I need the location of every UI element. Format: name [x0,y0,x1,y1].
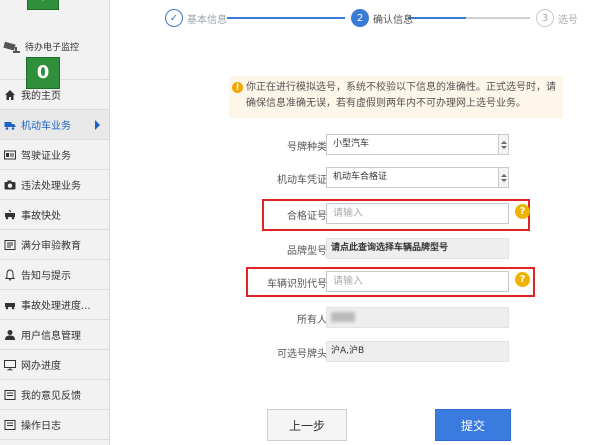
sidebar-item-label: 网办进度 [21,361,61,372]
plate-type-row: 号牌种类 小型汽车 [229,134,589,156]
top-count-badge[interactable]: 0 [27,0,59,10]
id-card-icon [4,149,16,161]
sidebar-item-user-info[interactable]: 用户信息管理 [0,320,109,350]
sidebar-item-label: 违法处理业务 [21,181,81,192]
step-label: 基本信息 [187,14,227,26]
feedback-icon [4,389,16,401]
chevron-updown-icon [498,135,508,154]
vin-input[interactable] [326,271,509,292]
bell-icon [4,268,16,281]
plate-prefix-field: 沪A,沪B [326,341,509,362]
monitor-icon [4,359,16,371]
sidebar-item-feedback[interactable]: 我的意见反馈 [0,380,109,410]
chevron-updown-icon [498,168,508,187]
sidebar: 0 待办电子监控 0 我的主页 机动车业务 驾驶证业务 违法处理业务 事故快处 [0,0,110,445]
brand-model-lookup[interactable]: 请点此查询选择车辆品牌型号 [326,238,509,259]
monitor-label: 待办电子监控 [25,43,80,53]
submit-button[interactable]: 提交 [435,409,511,441]
cert-no-label: 合格证号 [287,211,327,222]
step-confirm-info: 2 确认信息 [351,9,413,27]
sidebar-item-license[interactable]: 驾驶证业务 [0,140,109,170]
plate-type-select[interactable]: 小型汽车 [326,134,509,155]
vehicle-doc-label: 机动车凭证 [277,175,327,186]
redacted-value [331,312,355,322]
prev-step-button[interactable]: 上一步 [267,409,347,441]
brand-model-label: 品牌型号 [287,246,327,257]
owner-row: 所有人 [229,307,589,329]
sidebar-item-label: 告知与提示 [21,271,71,282]
step-connector [227,17,345,19]
help-icon[interactable]: ? [515,204,530,219]
sidebar-item-notice[interactable]: 告知与提示 [0,260,109,290]
accident-icon [4,209,16,221]
sidebar-item-accident-progress[interactable]: 事故处理进度... [0,290,109,320]
sidebar-item-label: 事故处理进度... [21,301,91,312]
home-icon [4,89,16,101]
step-select-number: 3 选号 [536,9,578,27]
vin-label: 车辆识别代号 [267,279,327,290]
cert-no-input[interactable] [326,203,509,224]
step-label: 选号 [558,14,578,26]
sidebar-item-label: 我的意见反馈 [21,391,81,402]
camera-icon [4,179,16,191]
chevron-right-icon [95,120,100,130]
truck-icon [4,119,16,131]
plate-type-value: 小型汽车 [333,139,370,149]
warning-banner: ! 你正在进行模拟选号，系统不校验以下信息的准确性。正式选号时，请确保信息准确无… [229,76,563,118]
step-basic-info: ✓ 基本信息 [165,9,227,27]
step-label: 确认信息 [373,14,413,26]
sidebar-item-label: 我的主页 [21,91,61,102]
camera-icon [3,41,20,53]
monitor-widget: 待办电子监控 0 [0,15,109,89]
step-number: 3 [536,9,554,27]
cert-no-row: 合格证号 ? [229,203,589,225]
step-connector [408,17,466,19]
sidebar-item-label: 满分审验教育 [21,241,81,252]
owner-field [326,307,509,328]
sidebar-item-violation[interactable]: 违法处理业务 [0,170,109,200]
plate-type-label: 号牌种类 [287,142,327,153]
sidebar-item-label: 操作日志 [21,421,61,432]
warning-icon: ! [232,82,243,93]
progress-icon [4,299,16,311]
sidebar-nav: 我的主页 机动车业务 驾驶证业务 违法处理业务 事故快处 满分审验教育 告知与提… [0,80,109,440]
vehicle-doc-value: 机动车合格证 [333,172,388,182]
progress-steps: ✓ 基本信息 2 确认信息 3 选号 [165,6,600,32]
step-number: 2 [351,9,369,27]
top-counter: 0 [0,0,109,15]
step-connector [466,17,530,19]
vehicle-doc-select[interactable]: 机动车合格证 [326,167,509,188]
sidebar-item-vehicle[interactable]: 机动车业务 [0,110,109,140]
vin-row: 车辆识别代号 ? [229,271,589,293]
sidebar-item-label: 事故快处 [21,211,61,222]
sidebar-item-education[interactable]: 满分审验教育 [0,230,109,260]
plate-prefix-label: 可选号牌头 [277,349,327,360]
education-icon [4,239,16,251]
sidebar-item-online-progress[interactable]: 网办进度 [0,350,109,380]
sidebar-item-accident[interactable]: 事故快处 [0,200,109,230]
check-icon: ✓ [165,9,183,27]
log-icon [4,419,16,431]
sidebar-item-label: 驾驶证业务 [21,151,71,162]
vehicle-doc-row: 机动车凭证 机动车合格证 [229,167,589,189]
plate-prefix-row: 可选号牌头 沪A,沪B [229,341,589,363]
sidebar-item-home[interactable]: 我的主页 [0,80,109,110]
sidebar-item-log[interactable]: 操作日志 [0,410,109,440]
brand-model-row: 品牌型号 请点此查询选择车辆品牌型号 [229,238,589,260]
sidebar-item-label: 用户信息管理 [21,331,81,342]
user-icon [4,329,16,341]
owner-label: 所有人 [297,315,327,326]
top-count: 0 [28,0,58,9]
help-icon[interactable]: ? [515,272,530,287]
warning-text: 你正在进行模拟选号，系统不校验以下信息的准确性。正式选号时，请确保信息准确无误，… [246,82,556,109]
sidebar-item-label: 机动车业务 [21,121,71,132]
